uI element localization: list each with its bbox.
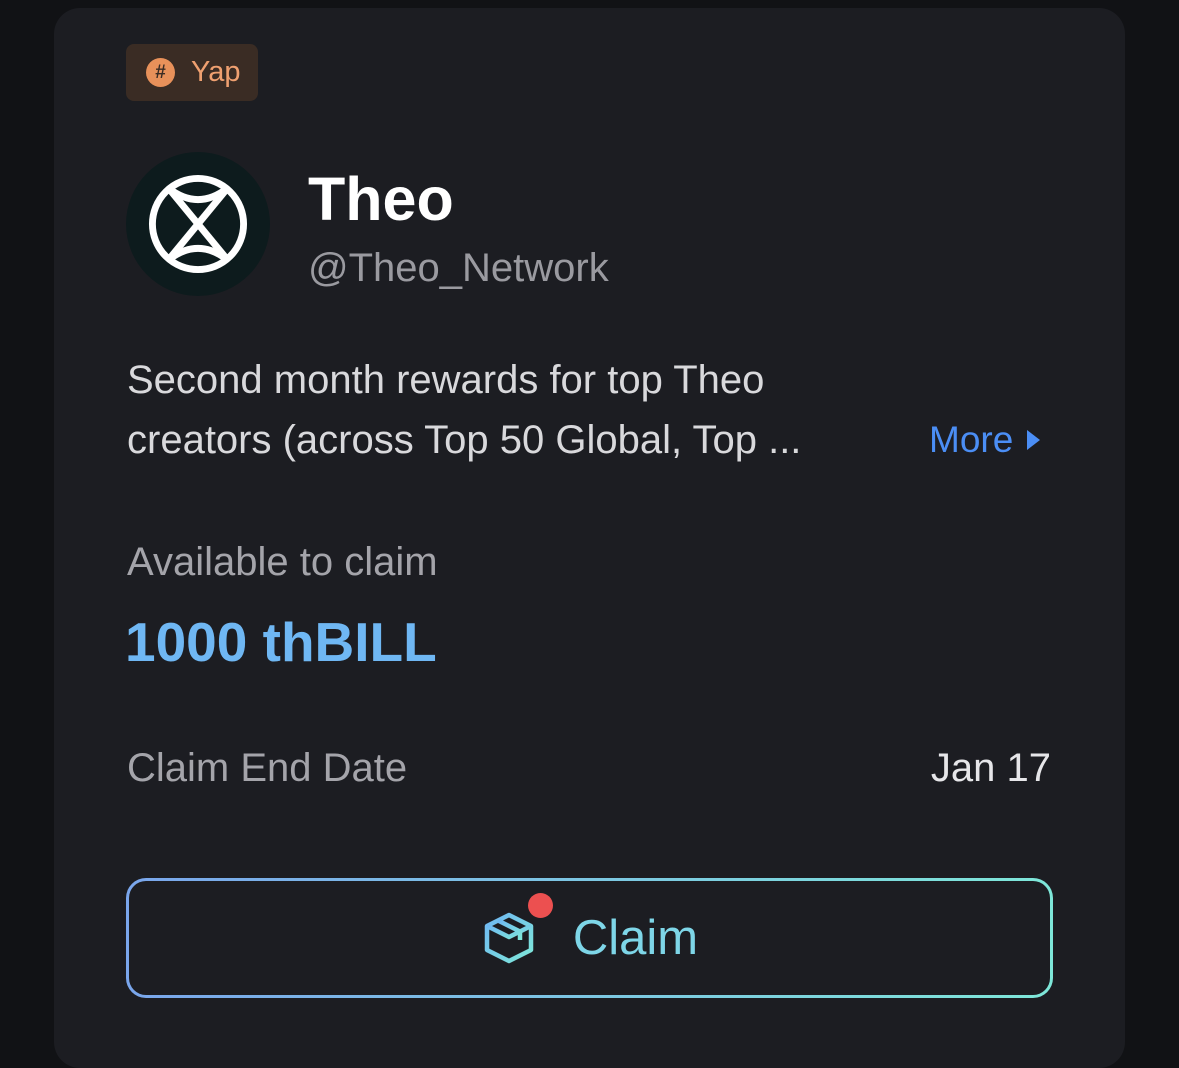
description-line: creators (across Top 50 Global, Top ... [127, 418, 802, 462]
claim-amount: 1000 thBILL [125, 611, 437, 673]
available-to-claim-label: Available to claim [127, 540, 438, 584]
category-badge: # Yap [126, 44, 259, 101]
description-line: Second month rewards for top Theo [127, 358, 765, 402]
notification-dot [527, 893, 553, 918]
category-badge-label: Yap [191, 56, 241, 88]
package-box-icon [481, 893, 553, 966]
theo-logo-icon [148, 174, 248, 274]
reward-card: # Yap Theo @Theo_Network Second month re… [54, 8, 1125, 1068]
caret-right-icon [1027, 430, 1041, 450]
project-avatar [126, 152, 270, 296]
claim-end-date-label: Claim End Date [127, 746, 408, 790]
claim-button[interactable]: Claim [126, 878, 1053, 998]
hashtag-icon: # [146, 58, 175, 87]
more-button[interactable]: More [929, 419, 1041, 461]
project-name: Theo [308, 165, 454, 233]
project-handle[interactable]: @Theo_Network [308, 246, 609, 291]
claim-end-date-value: Jan 17 [930, 746, 1051, 790]
more-label: More [929, 419, 1014, 460]
claim-button-label: Claim [572, 911, 699, 965]
reward-description: Second month rewards for top Theo creato… [127, 350, 897, 470]
